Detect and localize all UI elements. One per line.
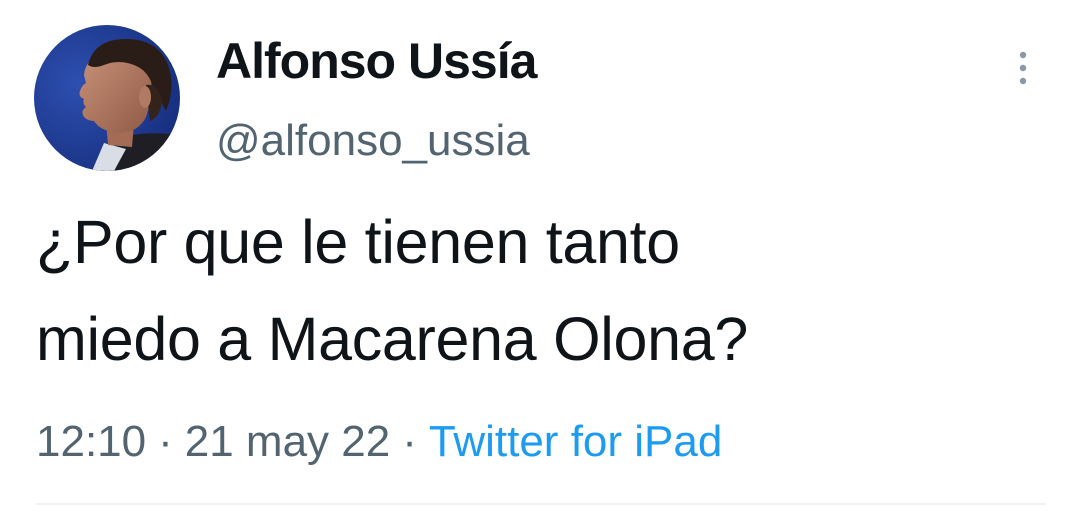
tweet-text-line: miedo a Macarena Olona? bbox=[36, 305, 748, 373]
tweet-date[interactable]: 21 may 22 bbox=[185, 417, 390, 466]
tweet-source-link[interactable]: Twitter for iPad bbox=[429, 417, 722, 466]
separator-dot: · bbox=[402, 417, 417, 466]
tweet: Alfonso Ussía @alfonso_ussia ¿Por que le… bbox=[0, 0, 1080, 519]
user-handle[interactable]: @alfonso_ussia bbox=[216, 113, 530, 169]
tweet-text-line: ¿Por que le tienen tanto bbox=[36, 208, 680, 276]
avatar-photo bbox=[34, 25, 180, 171]
divider bbox=[36, 503, 1046, 505]
tweet-text: ¿Por que le tienen tanto miedo a Macaren… bbox=[36, 194, 1046, 388]
avatar[interactable] bbox=[34, 25, 180, 171]
display-name[interactable]: Alfonso Ussía bbox=[216, 32, 537, 90]
separator-dot: · bbox=[158, 417, 173, 466]
more-vertical-icon[interactable] bbox=[1008, 48, 1038, 88]
tweet-meta: 12:10 · 21 may 22 · Twitter for iPad bbox=[36, 414, 722, 470]
tweet-time[interactable]: 12:10 bbox=[36, 417, 146, 466]
